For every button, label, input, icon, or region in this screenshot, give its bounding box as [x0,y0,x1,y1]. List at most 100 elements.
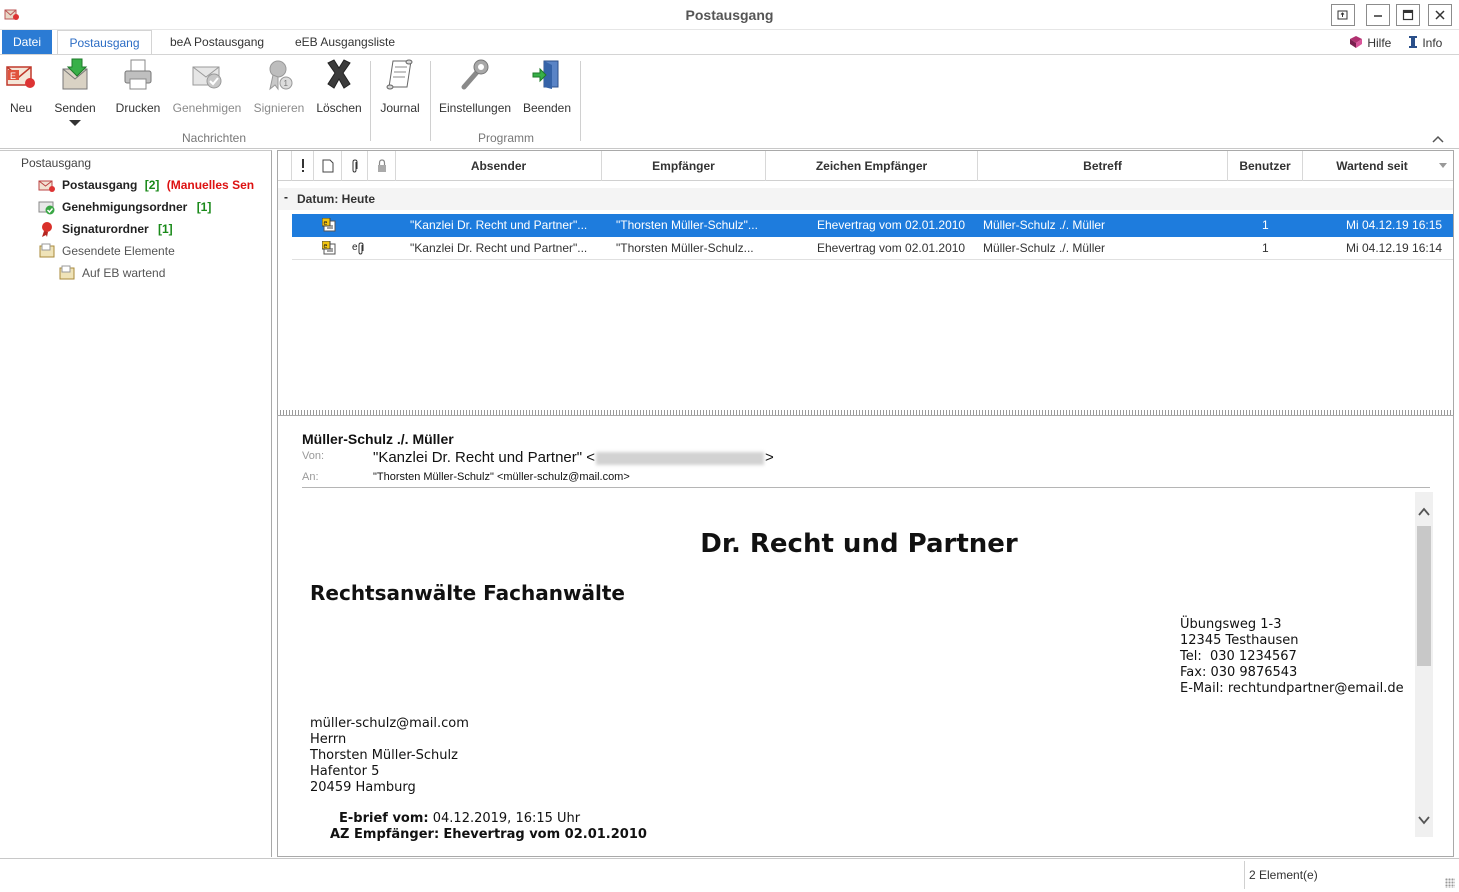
scroll-up-icon[interactable] [1418,506,1430,518]
scroll-down-icon[interactable] [1418,814,1430,826]
az-label: AZ Empfänger: [330,827,440,842]
letter-title: Dr. Recht und Partner [700,529,1018,559]
status-element-count: 2 Element(e) [1249,868,1318,882]
tree-item-label: Postausgang [62,178,138,192]
col-betreff[interactable]: Betreff [978,151,1228,181]
col-benutzer[interactable]: Benutzer [1228,151,1303,181]
tab-bea-postausgang[interactable]: beA Postausgang [158,30,276,54]
tree-item-label: Genehmigungsordner [62,200,188,214]
senden-dropdown-icon[interactable] [68,119,82,127]
window-title: Postausgang [685,7,774,23]
help-link[interactable]: Hilfe [1348,35,1391,50]
svg-text:e: e [352,242,358,253]
maximize-button[interactable] [1396,4,1420,26]
folder-tree: Postausgang Postausgang [2] (Manuelles S… [0,150,272,857]
ebrief-date-value: 04.12.2019, 16:15 Uhr [432,811,581,826]
restore-window-button[interactable] [1331,4,1355,26]
signature-seal-icon: 1 [269,60,293,91]
resize-grip[interactable] [1445,878,1455,888]
az-value: Ehevertrag vom 02.01.2010 [443,827,647,842]
tree-item-count: [1] [196,200,212,214]
collapse-ribbon-icon[interactable] [1432,135,1444,143]
einstellungen-button[interactable]: Einstellungen [439,57,511,115]
col-absender[interactable]: Absender [396,151,602,181]
group-row[interactable]: - Datum: Heute [278,188,1453,210]
address-line: Fax: 030 9876543 [1180,665,1298,680]
cell-user: 1 [1262,241,1269,255]
sort-descending-icon[interactable] [1439,163,1447,169]
new-mail-icon: E [6,66,35,88]
svg-text:e: e [324,243,328,250]
recipient-line: Herrn [310,732,347,747]
letter-document: Dr. Recht und Partner Rechtsanwälte Fach… [302,491,1416,856]
neu-label: Neu [9,101,32,115]
ebrief-icon: e [322,241,336,255]
tree-item-postausgang[interactable]: Postausgang [2] (Manuelles Sen [38,175,272,195]
help-book-icon [1350,36,1362,48]
senden-label: Senden [54,101,96,115]
journal-scroll-icon [386,59,413,90]
info-link[interactable]: Info [1407,35,1442,50]
journal-button[interactable]: Journal [378,57,422,115]
svg-text:1: 1 [284,79,289,88]
table-row[interactable]: e "Kanzlei Dr. Recht und Partner"... "Th… [292,214,1453,237]
signieren-button[interactable]: 1 Signieren [253,57,305,115]
preview-pane: Müller-Schulz ./. Müller Von: "Kanzlei D… [277,415,1454,857]
preview-scrollbar[interactable] [1415,492,1433,837]
journal-label: Journal [380,101,420,115]
ribbon-separator [580,61,581,141]
info-label: Info [1422,36,1443,50]
scroll-thumb[interactable] [1417,526,1431,666]
tree-item-count: [1] [158,222,173,236]
tab-datei[interactable]: Datei [2,30,52,54]
ribbon-separator [370,61,371,141]
signature-ribbon-icon [42,222,52,237]
col-attachment[interactable] [342,151,368,181]
letter-meta: E-brief vom: 04.12.2019, 16:15 Uhr AZ Em… [330,811,647,843]
pending-folder-icon [59,265,75,280]
tree-item-label: Auf EB wartend [82,266,166,280]
minimize-button[interactable] [1366,4,1390,26]
table-row[interactable]: e e "Kanzlei Dr. Recht und Partner"... "… [292,237,1453,260]
beenden-button[interactable]: Beenden [522,57,572,115]
minimize-icon [1374,15,1382,17]
col-type[interactable] [314,151,342,181]
close-button[interactable] [1428,4,1452,26]
col-empfaenger[interactable]: Empfänger [602,151,766,181]
title-bar: Postausgang [0,0,1459,30]
info-icon [1409,36,1417,48]
col-zeichen-empfaenger[interactable]: Zeichen Empfänger [766,151,978,181]
ribbon: E Neu Senden Drucken Genehmigen 1 Signie… [0,54,1459,149]
neu-button[interactable]: E Neu [4,57,38,115]
delete-x-icon [327,59,351,89]
cell-ref: Ehevertrag vom 02.01.2010 [817,218,966,232]
address-line: Tel: 030 1234567 [1180,649,1297,664]
preview-from-label: Von: [302,450,325,462]
preview-divider [302,487,1430,488]
list-header: Absender Empfänger Zeichen Empfänger Bet… [278,151,1453,181]
letter-subtitle: Rechtsanwälte Fachanwälte [310,581,625,605]
genehmigen-label: Genehmigen [172,101,242,115]
col-lock[interactable] [368,151,396,181]
ebrief-date-label: E-brief vom: [339,811,429,826]
genehmigen-button[interactable]: Genehmigen [172,57,242,115]
tree-item-count: [2] [144,178,160,192]
beenden-label: Beenden [522,101,572,115]
help-label: Hilfe [1367,36,1392,50]
col-wartend-seit[interactable]: Wartend seit [1303,151,1441,181]
preview-from-end: > [765,449,774,466]
tab-eeb-ausgangsliste[interactable]: eEB Ausgangsliste [283,30,407,54]
tab-postausgang[interactable]: Postausgang [57,30,152,55]
col-priority[interactable] [292,151,314,181]
loeschen-button[interactable]: Löschen [316,57,362,115]
attachment-ebrief-icon: e [352,242,364,255]
sent-folder-icon [39,243,55,258]
drucken-button[interactable]: Drucken [112,57,164,115]
tree-item-manual-note: (Manuelles Sen [166,178,255,192]
cell-sender: "Kanzlei Dr. Recht und Partner"... [410,241,588,255]
loeschen-label: Löschen [316,101,362,115]
senden-button[interactable]: Senden [52,57,98,127]
group-collapse-toggle[interactable]: - [284,190,288,204]
cell-subject: Müller-Schulz ./. Müller [983,241,1106,255]
send-icon [62,58,88,90]
